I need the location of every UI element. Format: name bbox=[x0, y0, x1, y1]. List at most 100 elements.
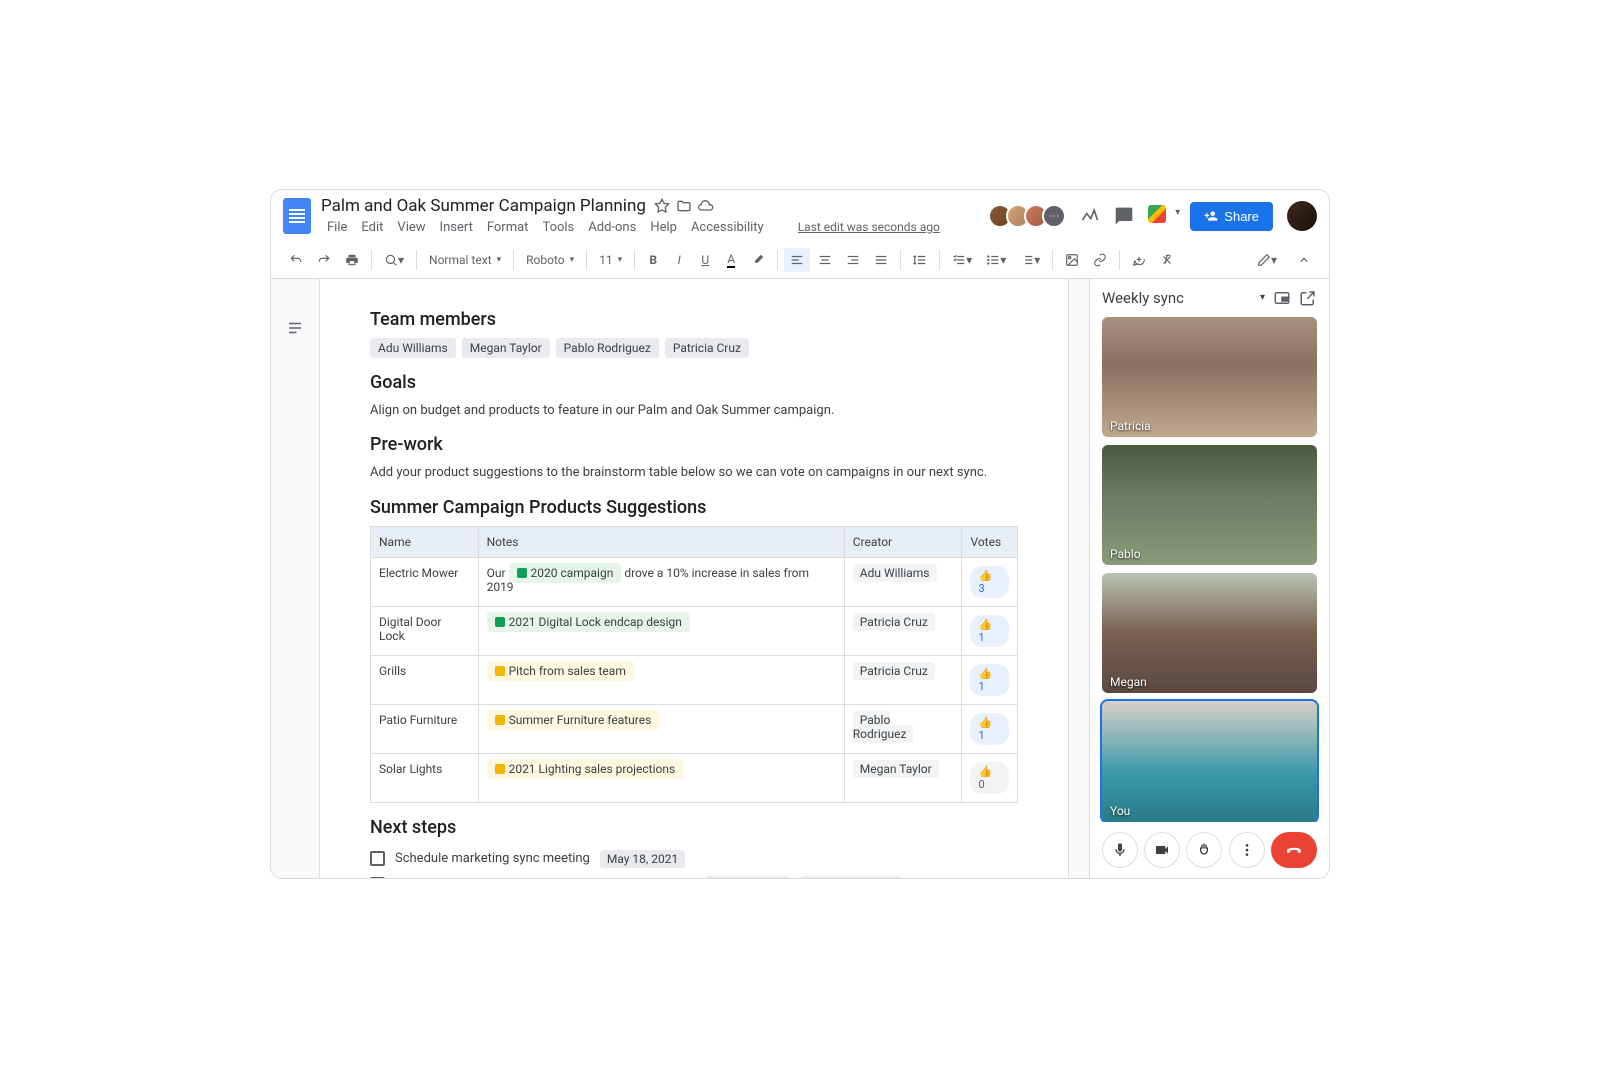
last-edit-link[interactable]: Last edit was seconds ago bbox=[792, 218, 946, 237]
person-chip[interactable]: Patricia Cruz bbox=[853, 662, 935, 680]
avatar-overflow[interactable]: ⋯ bbox=[1042, 204, 1066, 228]
vote-chip[interactable]: 👍 0 bbox=[970, 762, 1009, 794]
italic-button[interactable]: I bbox=[667, 248, 691, 272]
video-tiles: Patricia Pablo Megan You bbox=[1090, 317, 1329, 822]
collapse-toolbar-button[interactable] bbox=[1291, 248, 1317, 272]
person-chip[interactable]: Megan Taylor bbox=[705, 876, 791, 878]
number-list-button[interactable]: ▾ bbox=[1014, 248, 1046, 272]
person-chip[interactable]: Pablo Rodriguez bbox=[853, 711, 914, 743]
person-chip[interactable]: Adu Williams bbox=[370, 338, 456, 358]
file-chip[interactable]: Summer Furniture features bbox=[487, 710, 660, 730]
person-add-icon bbox=[1204, 209, 1218, 223]
share-button[interactable]: Share bbox=[1190, 202, 1273, 231]
print-button[interactable] bbox=[339, 248, 365, 272]
redo-button[interactable] bbox=[311, 248, 337, 272]
person-chip[interactable]: Adu Williams bbox=[853, 564, 937, 582]
document-page[interactable]: Team members Adu Williams Megan Taylor P… bbox=[319, 279, 1069, 878]
camera-button[interactable] bbox=[1144, 832, 1180, 868]
move-icon[interactable] bbox=[676, 198, 692, 214]
pip-icon[interactable] bbox=[1273, 289, 1291, 307]
collaborator-avatars[interactable]: ⋯ bbox=[994, 204, 1066, 228]
video-tile[interactable]: Megan bbox=[1102, 573, 1317, 693]
file-chip[interactable]: 2021 Digital Lock endcap design bbox=[487, 612, 690, 632]
checkbox[interactable] bbox=[370, 877, 385, 878]
menu-view[interactable]: View bbox=[391, 218, 431, 237]
vote-chip[interactable]: 👍 1 bbox=[970, 615, 1009, 647]
menu-addons[interactable]: Add-ons bbox=[582, 218, 642, 237]
vote-chip[interactable]: 👍 1 bbox=[970, 713, 1009, 745]
section-heading-goals: Goals bbox=[370, 372, 1018, 393]
person-chip[interactable]: Megan Taylor bbox=[462, 338, 550, 358]
align-right-button[interactable] bbox=[840, 248, 866, 272]
cell-name: Solar Lights bbox=[371, 753, 479, 802]
video-tile-self[interactable]: You bbox=[1102, 701, 1317, 821]
menu-edit[interactable]: Edit bbox=[355, 218, 389, 237]
comments-icon[interactable] bbox=[1114, 206, 1134, 226]
cloud-saved-icon[interactable] bbox=[698, 198, 714, 214]
clear-format-button[interactable] bbox=[1154, 248, 1180, 272]
date-chip[interactable]: May 18, 2021 bbox=[600, 850, 685, 868]
person-chip[interactable]: Megan Taylor bbox=[853, 760, 939, 778]
align-center-button[interactable] bbox=[812, 248, 838, 272]
file-chip[interactable]: 2021 Lighting sales projections bbox=[487, 759, 684, 779]
menu-tools[interactable]: Tools bbox=[536, 218, 580, 237]
underline-button[interactable]: U bbox=[693, 248, 717, 272]
line-spacing-button[interactable] bbox=[907, 248, 933, 272]
insert-image-button[interactable] bbox=[1059, 248, 1085, 272]
video-tile[interactable]: Patricia bbox=[1102, 317, 1317, 437]
add-comment-button[interactable] bbox=[1126, 248, 1152, 272]
meet-controls bbox=[1090, 822, 1329, 878]
menu-format[interactable]: Format bbox=[481, 218, 535, 237]
doc-title[interactable]: Palm and Oak Summer Campaign Planning bbox=[321, 196, 646, 216]
person-chip[interactable]: Patricia Cruz bbox=[665, 338, 749, 358]
checklist-button[interactable]: ▾ bbox=[946, 248, 978, 272]
hangup-button[interactable] bbox=[1271, 832, 1317, 868]
outline-icon[interactable] bbox=[286, 319, 304, 337]
insert-link-button[interactable] bbox=[1087, 248, 1113, 272]
highlight-button[interactable] bbox=[745, 248, 771, 272]
meet-title-dropdown[interactable]: Weekly sync bbox=[1102, 289, 1265, 307]
vote-chip[interactable]: 👍 3 bbox=[970, 566, 1009, 598]
person-chip[interactable]: Pablo Rodriguez bbox=[556, 338, 659, 358]
align-left-button[interactable] bbox=[784, 248, 810, 272]
file-chip[interactable]: 2020 campaign bbox=[509, 563, 622, 583]
menu-accessibility[interactable]: Accessibility bbox=[685, 218, 770, 237]
checklist-item: Schedule marketing sync meetingMay 18, 2… bbox=[370, 846, 1018, 872]
title-area: Palm and Oak Summer Campaign Planning Fi… bbox=[321, 196, 946, 237]
person-chip[interactable]: Pablo Rodriguez bbox=[800, 876, 901, 878]
col-creator: Creator bbox=[844, 526, 962, 557]
section-heading-next: Next steps bbox=[370, 817, 1018, 838]
bullet-list-button[interactable]: ▾ bbox=[980, 248, 1012, 272]
font-dropdown[interactable]: Roboto bbox=[520, 249, 580, 271]
popout-icon[interactable] bbox=[1299, 289, 1317, 307]
checklist-text: Align on top campaigns to feature for Su… bbox=[395, 877, 695, 878]
file-chip[interactable]: Pitch from sales team bbox=[487, 661, 634, 681]
video-tile[interactable]: Pablo bbox=[1102, 445, 1317, 565]
menu-help[interactable]: Help bbox=[644, 218, 683, 237]
account-avatar[interactable] bbox=[1287, 201, 1317, 231]
raise-hand-button[interactable] bbox=[1186, 832, 1222, 868]
paragraph-style-dropdown[interactable]: Normal text bbox=[423, 249, 507, 271]
vote-chip[interactable]: 👍 1 bbox=[970, 664, 1009, 696]
align-justify-button[interactable] bbox=[868, 248, 894, 272]
person-chip[interactable]: Patricia Cruz bbox=[853, 613, 935, 631]
mute-button[interactable] bbox=[1102, 832, 1138, 868]
col-name: Name bbox=[371, 526, 479, 557]
checkbox[interactable] bbox=[370, 851, 385, 866]
meet-dropdown-icon[interactable] bbox=[1148, 205, 1176, 227]
docs-logo-icon[interactable] bbox=[283, 198, 311, 234]
activity-icon[interactable] bbox=[1080, 206, 1100, 226]
menu-insert[interactable]: Insert bbox=[434, 218, 479, 237]
menu-file[interactable]: File bbox=[321, 218, 353, 237]
text-color-button[interactable]: A bbox=[719, 247, 743, 273]
edit-mode-button[interactable]: ▾ bbox=[1251, 248, 1283, 272]
section-heading-suggestions: Summer Campaign Products Suggestions bbox=[370, 497, 1018, 518]
star-icon[interactable] bbox=[654, 198, 670, 214]
zoom-button[interactable]: ▾ bbox=[378, 248, 410, 272]
menubar: File Edit View Insert Format Tools Add-o… bbox=[321, 218, 946, 237]
font-size-dropdown[interactable]: 11 bbox=[593, 249, 628, 271]
bold-button[interactable]: B bbox=[641, 248, 665, 272]
more-button[interactable] bbox=[1229, 832, 1265, 868]
document-area: Team members Adu Williams Megan Taylor P… bbox=[271, 279, 1089, 878]
undo-button[interactable] bbox=[283, 248, 309, 272]
